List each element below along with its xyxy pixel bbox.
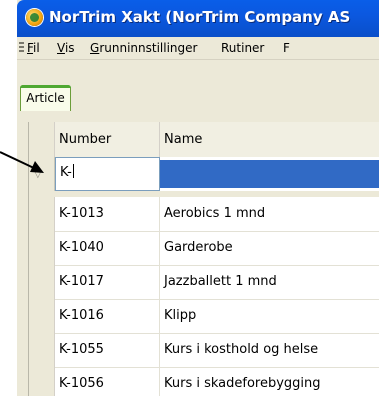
row-selector[interactable]	[29, 265, 55, 299]
row-selector[interactable]	[29, 231, 55, 265]
filter-row-funnel-icon: ▽	[34, 169, 42, 180]
app-logo-icon[interactable]	[26, 9, 43, 26]
article-grid: Number ▽ Name ▽ K- K-1013 Aerobics 1 mnd…	[28, 122, 379, 396]
cell-number[interactable]: K-1056	[55, 367, 160, 396]
table-row[interactable]: K-1055 Kurs i kosthold og helse	[29, 333, 379, 368]
menu-grunn-accel: G	[90, 41, 100, 55]
menu-grip-handle[interactable]	[19, 42, 24, 54]
row-selector[interactable]	[29, 367, 55, 396]
cell-number[interactable]: K-1017	[55, 265, 160, 299]
cell-number[interactable]: K-1013	[55, 197, 160, 231]
app-window: NorTrim Xakt (NorTrim Company AS Fil Vis…	[17, 0, 379, 396]
table-row[interactable]: K-1016 Klipp	[29, 299, 379, 334]
window-title: NorTrim Xakt (NorTrim Company AS	[49, 8, 351, 26]
title-bar[interactable]: NorTrim Xakt (NorTrim Company AS	[17, 0, 379, 37]
menu-grunninnstillinger[interactable]: Grunninnstillinger	[90, 41, 197, 55]
column-header-name[interactable]: Name	[160, 122, 379, 157]
number-filter-input[interactable]: K-	[55, 157, 160, 191]
filter-row: ▽ K-	[29, 157, 379, 192]
filter-row-selector: ▽	[29, 157, 55, 191]
grid-header-row: Number ▽ Name	[29, 122, 379, 158]
cell-name[interactable]: Klipp	[160, 299, 379, 333]
menu-vis-rest: is	[64, 41, 75, 55]
text-caret	[72, 164, 74, 178]
cell-number[interactable]: K-1040	[55, 231, 160, 265]
number-filter-value: K-	[60, 165, 72, 180]
cell-name[interactable]: Kurs i skadeforebygging	[160, 367, 379, 396]
tab-strip: Article	[17, 60, 379, 122]
cell-name[interactable]: Jazzballett 1 mnd	[160, 265, 379, 299]
table-row[interactable]: K-1017 Jazzballett 1 mnd	[29, 265, 379, 300]
menu-grunn-rest: runninnstillinger	[99, 41, 198, 55]
table-row[interactable]: K-1040 Garderobe	[29, 231, 379, 266]
menu-vis-accel: V	[57, 41, 65, 55]
row-selector[interactable]	[29, 333, 55, 367]
row-selector[interactable]	[29, 197, 55, 231]
table-row[interactable]: K-1013 Aerobics 1 mnd	[29, 197, 379, 232]
menu-fil[interactable]: Fil	[27, 41, 40, 55]
header-row-selector[interactable]	[29, 122, 55, 157]
cell-number[interactable]: K-1055	[55, 333, 160, 367]
row-selector[interactable]	[29, 299, 55, 333]
menu-rutiner[interactable]: Rutiner	[221, 41, 264, 55]
menu-vis[interactable]: Vis	[57, 41, 75, 55]
name-filter-input[interactable]	[160, 160, 379, 188]
cell-name[interactable]: Aerobics 1 mnd	[160, 197, 379, 231]
menu-fil-rest: il	[33, 41, 40, 55]
cell-number[interactable]: K-1016	[55, 299, 160, 333]
menu-next-partial[interactable]: F	[283, 41, 290, 55]
column-header-number[interactable]: Number ▽	[55, 122, 160, 157]
menu-bar: Fil Vis Grunninnstillinger Rutiner F	[17, 37, 379, 60]
column-header-number-label: Number	[59, 132, 112, 147]
cell-name[interactable]: Garderobe	[160, 231, 379, 265]
cell-name[interactable]: Kurs i kosthold og helse	[160, 333, 379, 367]
tab-article[interactable]: Article	[20, 85, 71, 111]
table-row[interactable]: K-1056 Kurs i skadeforebygging	[29, 367, 379, 396]
